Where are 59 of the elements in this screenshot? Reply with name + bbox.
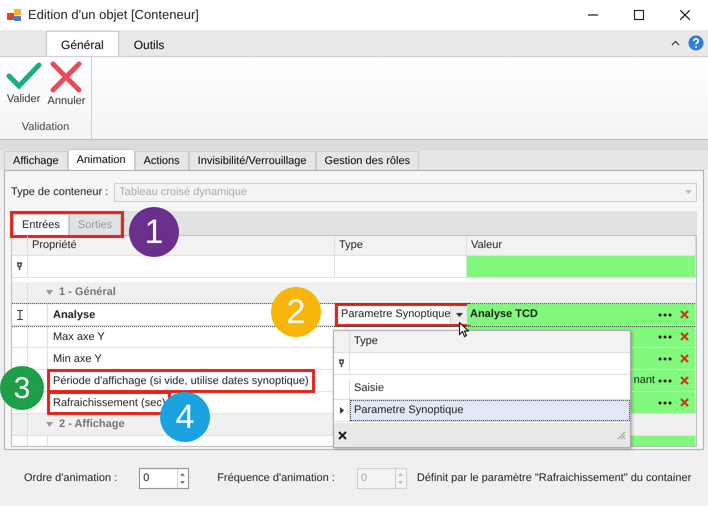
ribbon-tab[interactable]: Outils (118, 31, 180, 56)
list-item[interactable]: Saisie (350, 378, 630, 399)
tab[interactable]: Actions (134, 151, 189, 170)
property-name: Min axe Y (52, 352, 103, 366)
filter-pin-icon (338, 359, 345, 368)
resize-grip-icon (617, 430, 626, 440)
delete-icon[interactable] (680, 354, 689, 363)
property-name: Période d'affichage (si vide, utilise dates synoptique) (50, 372, 312, 390)
delete-icon[interactable] (680, 376, 689, 385)
tab[interactable]: Affichage (4, 151, 68, 170)
more-icon[interactable] (658, 312, 672, 316)
ribbon-tab[interactable]: Général (46, 31, 119, 56)
maximize-icon (634, 10, 644, 20)
field-label: Ordre d'animation : (24, 470, 118, 486)
column-header: Propriété (32, 238, 77, 254)
row-pointer-icon (340, 407, 344, 414)
filter-pin-icon (16, 262, 23, 271)
tab[interactable]: Animation (68, 149, 135, 170)
column-header: Type (354, 334, 378, 350)
delete-icon[interactable] (680, 398, 689, 407)
collapse-icon[interactable] (671, 40, 680, 46)
property-name: Max axe Y (52, 330, 106, 344)
validate-button[interactable]: Valider (4, 61, 44, 110)
cancel-button[interactable]: Annuler (46, 61, 88, 110)
close-icon (680, 10, 690, 20)
check-icon (6, 61, 42, 91)
caret-icon (685, 190, 692, 194)
field-label: Type de conteneur : (11, 184, 108, 200)
more-icon[interactable] (658, 378, 672, 382)
window-title: Edition d'un objet [Conteneur] (28, 6, 200, 24)
note-text: Définit par le paramètre "Rafraichissement" du container (416, 470, 692, 486)
help-icon[interactable] (688, 35, 704, 51)
field-label: Fréquence d'animation : (217, 470, 335, 486)
delete-icon[interactable] (680, 332, 689, 341)
cell-value: nant (632, 373, 655, 388)
cross-icon (50, 61, 82, 93)
tab[interactable]: Invisibilité/Verrouillage (188, 151, 316, 170)
filter-field[interactable] (467, 256, 696, 277)
group-label: 2 - Affichage (59, 417, 125, 432)
group-label: Validation (22, 120, 70, 134)
clear-icon[interactable] (338, 430, 347, 440)
group-label: 1 - Général (59, 285, 116, 300)
tab[interactable]: Entrées (13, 214, 69, 235)
property-name: Analyse (52, 308, 96, 322)
column-header: Valeur (471, 238, 502, 254)
number-spinner[interactable]: 0 (139, 468, 190, 488)
more-icon[interactable] (658, 356, 672, 360)
dropdown-button[interactable] (450, 306, 468, 324)
more-icon[interactable] (658, 334, 672, 338)
type-combo[interactable]: Parametre Synoptique (335, 302, 472, 326)
tab[interactable]: Gestion des rôles (316, 151, 420, 170)
list-item[interactable]: Parametre Synoptique (350, 400, 630, 421)
more-icon[interactable] (658, 400, 672, 404)
delete-icon[interactable] (680, 310, 689, 319)
app-icon (6, 7, 22, 23)
number-input[interactable]: 0 (143, 470, 174, 486)
column-header: Type (339, 238, 363, 254)
cell-value: Analyse TCD (469, 307, 538, 322)
caret-icon (456, 312, 464, 316)
